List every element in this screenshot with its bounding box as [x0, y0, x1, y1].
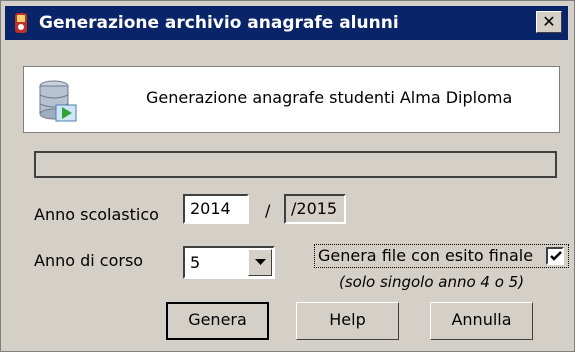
window-title: Generazione archivio anagrafe alunni	[39, 13, 399, 33]
genera-file-checkbox[interactable]	[546, 247, 564, 265]
close-icon: ✕	[542, 12, 556, 31]
dropdown-button[interactable]	[248, 249, 272, 276]
genera-file-note: (solo singolo anno 4 o 5)	[339, 273, 525, 291]
anno-di-corso-select[interactable]: 5	[183, 246, 275, 279]
checkmark-icon	[550, 251, 562, 261]
help-button[interactable]: Help	[296, 302, 399, 340]
year-separator: /	[265, 201, 271, 220]
genera-button[interactable]: Genera	[166, 302, 269, 340]
anno-di-corso-value: 5	[190, 253, 201, 272]
progress-bar	[34, 151, 557, 178]
close-button[interactable]: ✕	[536, 11, 562, 33]
anno-scolastico-end-field: /2015	[284, 194, 346, 224]
anno-scolastico-label: Anno scolastico	[34, 205, 159, 224]
database-export-icon	[39, 80, 77, 122]
header-text: Generazione anagrafe studenti Alma Diplo…	[146, 88, 513, 107]
genera-file-option[interactable]: Genera file con esito finale	[314, 244, 569, 268]
annulla-button[interactable]: Annulla	[430, 302, 533, 340]
title-bar[interactable]: Generazione archivio anagrafe alunni ✕	[5, 6, 568, 40]
genera-file-label: Genera file con esito finale	[318, 246, 534, 265]
dialog-window: Generazione archivio anagrafe alunni ✕ G…	[0, 0, 575, 352]
app-icon	[15, 13, 27, 33]
anno-scolastico-input[interactable]: 2014	[183, 194, 249, 224]
anno-di-corso-label: Anno di corso	[34, 251, 144, 270]
header-panel: Generazione anagrafe studenti Alma Diplo…	[23, 66, 560, 133]
chevron-down-icon	[255, 259, 266, 265]
